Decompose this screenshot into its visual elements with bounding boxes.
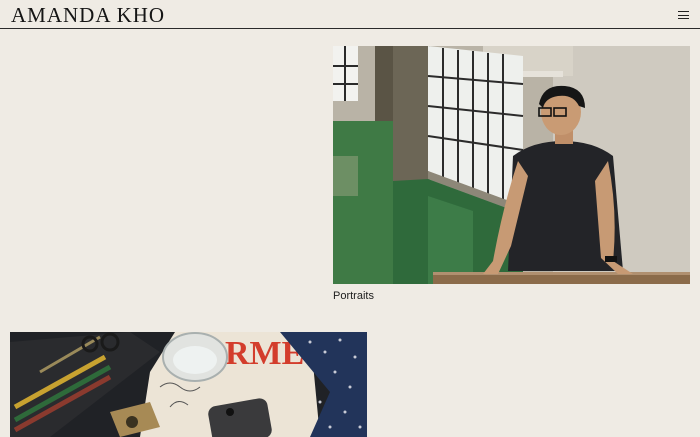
portrait-photo[interactable]	[333, 46, 690, 284]
still-life-photo[interactable]: RME	[10, 332, 367, 437]
menu-line	[678, 11, 689, 12]
gallery-caption[interactable]: Portraits	[333, 290, 690, 302]
gallery-item-portraits[interactable]: Portraits	[333, 46, 690, 302]
hamburger-menu-icon[interactable]	[678, 11, 689, 19]
gallery-item-still-life[interactable]: RME	[10, 332, 367, 437]
site-header: AMANDA KHO	[0, 0, 700, 29]
site-logo[interactable]: AMANDA KHO	[11, 3, 165, 28]
menu-line	[678, 14, 689, 16]
menu-line	[678, 18, 689, 19]
